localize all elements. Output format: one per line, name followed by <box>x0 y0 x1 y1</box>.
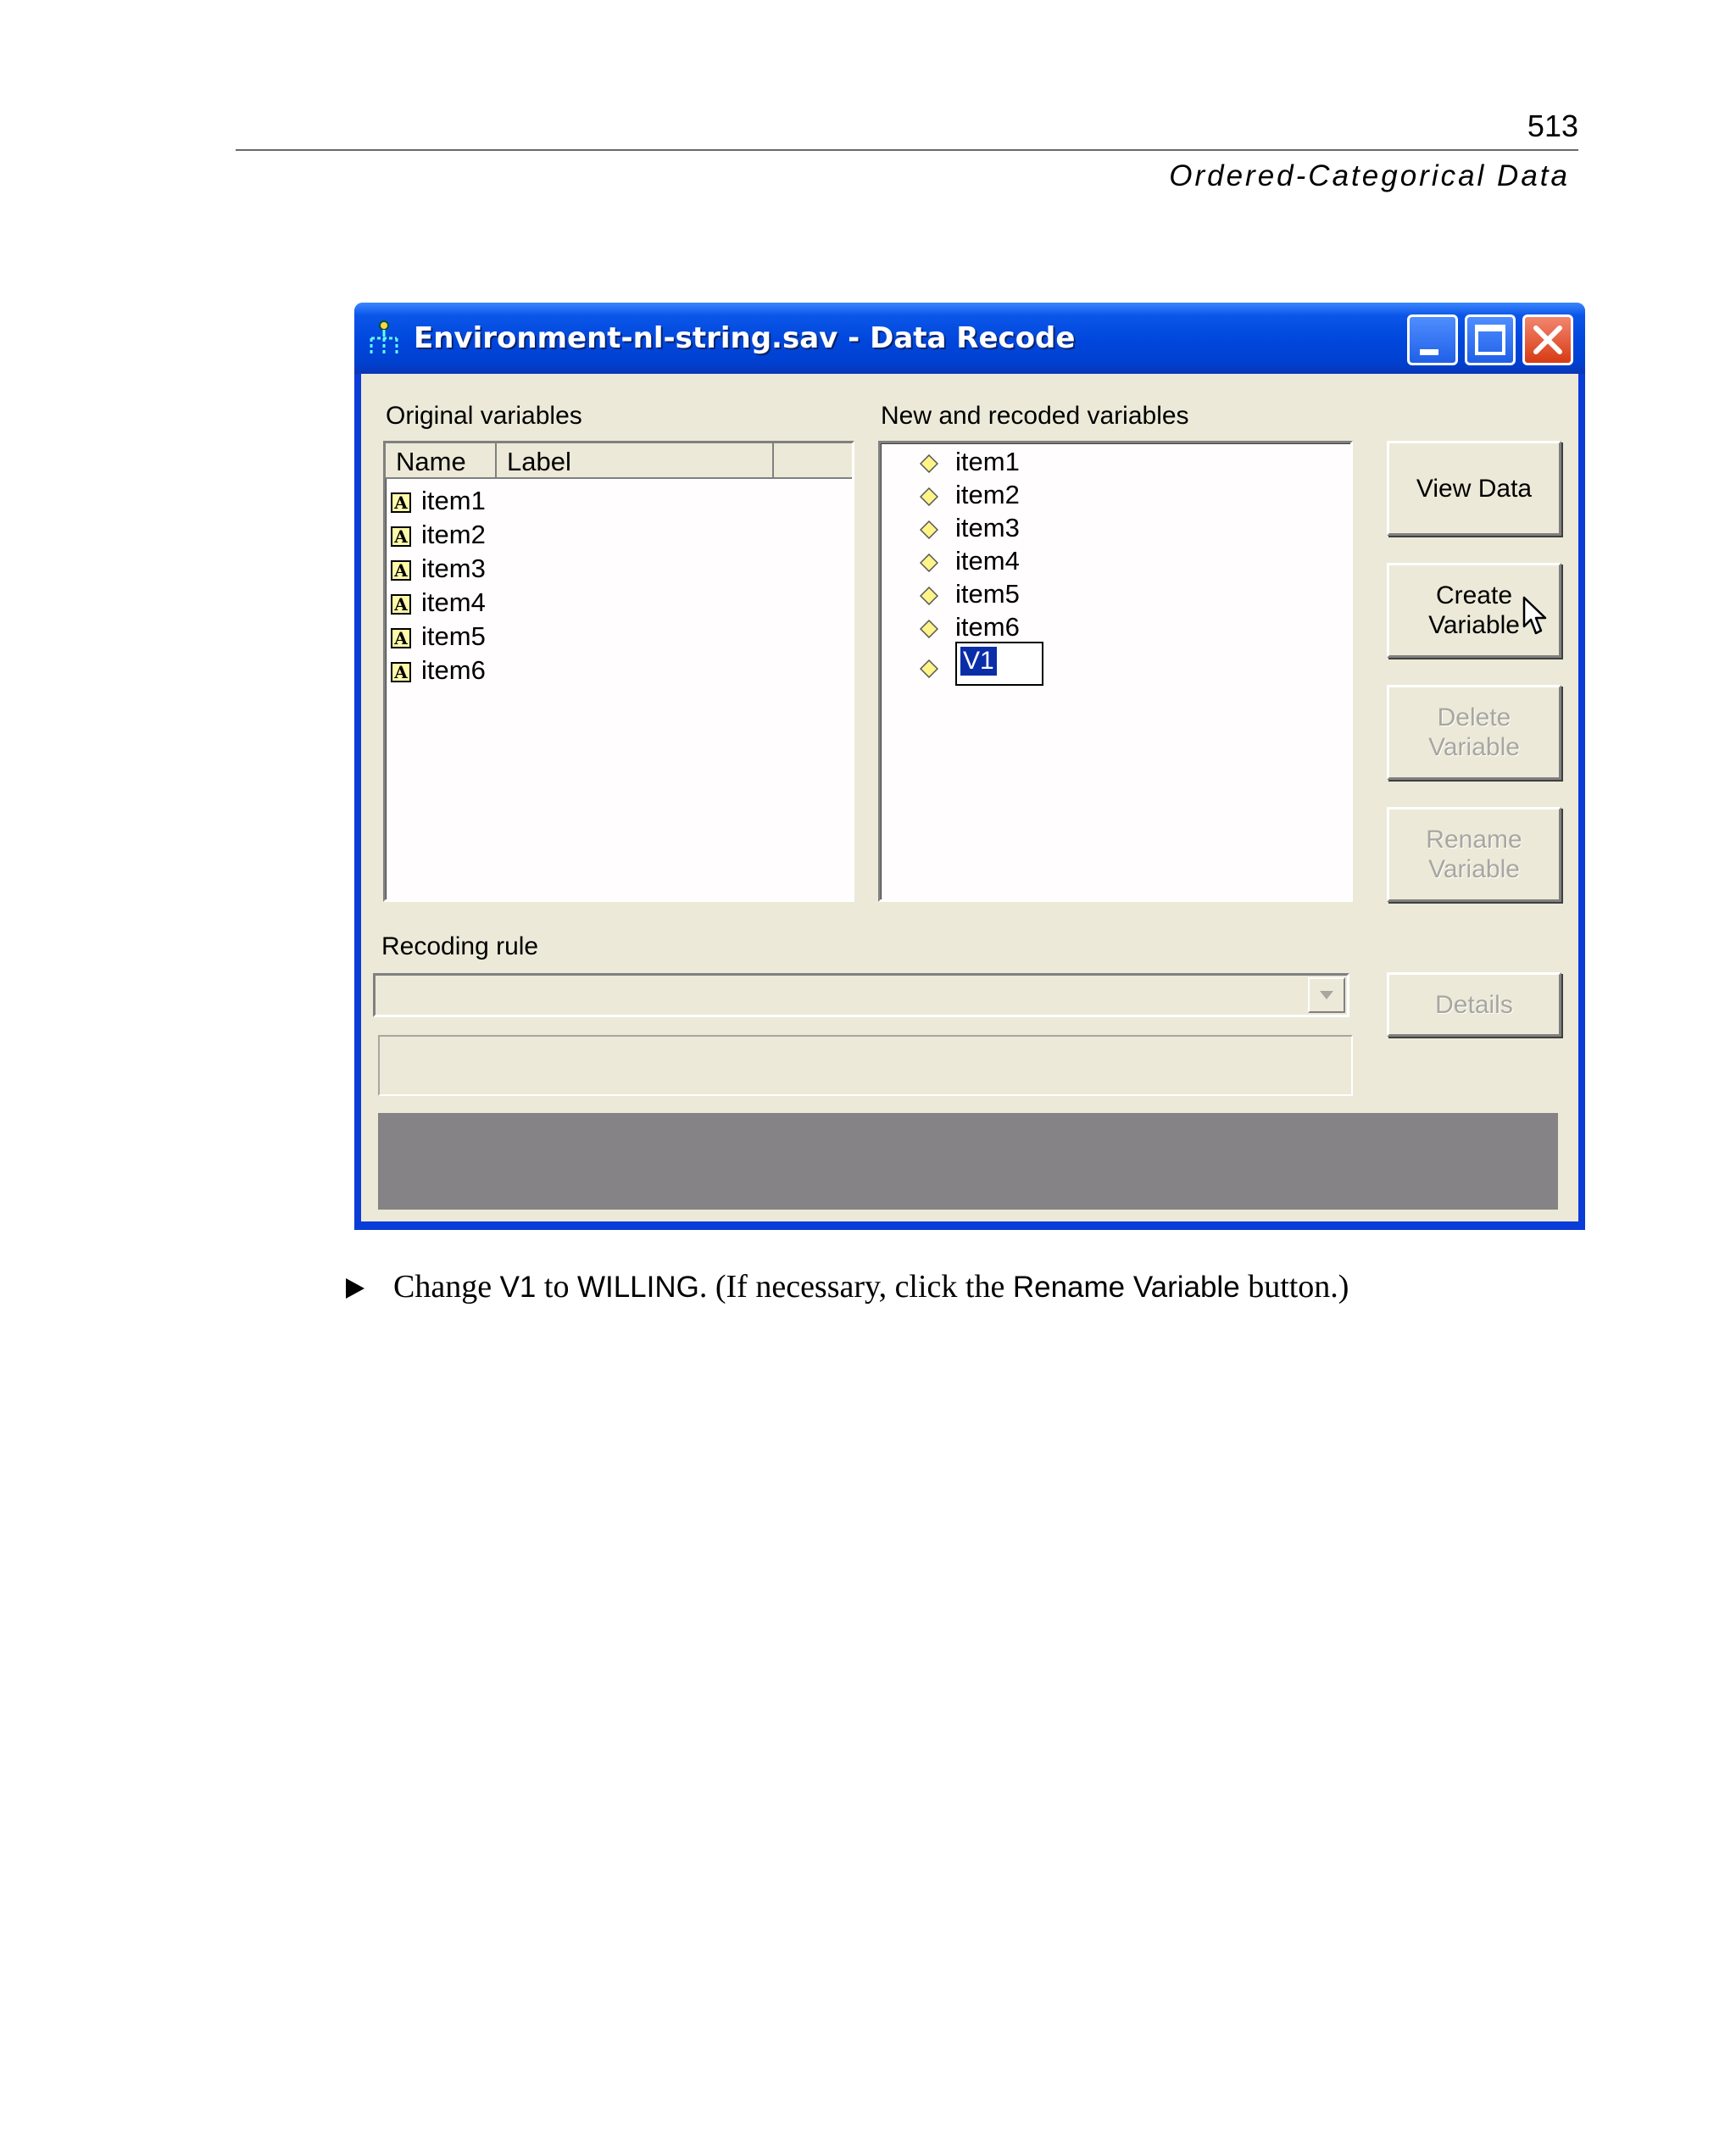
header-rule <box>236 149 1578 151</box>
original-variables-list[interactable]: Name Label Aitem1 Aitem2 Aitem3 Aitem4 A… <box>383 441 854 902</box>
string-variable-icon: A <box>391 559 411 581</box>
instruction-text: Change V1 to WILLING. (If necessary, cli… <box>393 1269 1349 1305</box>
status-area <box>378 1113 1558 1210</box>
list-item[interactable]: item5 <box>920 579 1020 613</box>
new-variables-label: New and recoded variables <box>881 402 1189 430</box>
dropdown-arrow-button[interactable] <box>1308 977 1345 1013</box>
variable-name-edit-field[interactable]: V1 <box>955 642 1043 686</box>
diamond-icon <box>920 553 938 572</box>
list-item[interactable]: Aitem5 <box>391 621 486 655</box>
list-item[interactable]: Aitem4 <box>391 587 486 621</box>
diamond-icon <box>920 520 938 539</box>
string-variable-icon: A <box>391 492 411 513</box>
delete-variable-button[interactable]: Delete Variable <box>1387 685 1561 780</box>
close-icon <box>1533 325 1562 354</box>
original-variables-label: Original variables <box>386 402 582 430</box>
list-item[interactable]: Aitem3 <box>391 554 486 587</box>
diamond-icon <box>920 453 938 473</box>
maximize-button[interactable] <box>1465 314 1516 365</box>
close-button[interactable] <box>1522 314 1573 365</box>
diamond-icon <box>920 487 938 506</box>
list-item[interactable]: Aitem6 <box>391 655 486 689</box>
list-item-editing[interactable] <box>920 652 955 686</box>
column-header-empty[interactable] <box>774 443 852 479</box>
string-variable-icon: A <box>391 526 411 547</box>
chevron-down-icon <box>1320 991 1333 999</box>
recoding-rule-label: Recoding rule <box>381 932 539 960</box>
new-variables-list[interactable]: item1 item2 item3 item4 item5 item6 V1 <box>878 441 1353 902</box>
list-item[interactable]: Aitem1 <box>391 486 486 520</box>
page-number: 513 <box>1527 108 1578 143</box>
string-variable-icon: A <box>391 593 411 615</box>
data-tree-icon <box>370 320 398 355</box>
rename-variable-button[interactable]: Rename Variable <box>1387 807 1561 902</box>
column-header-label[interactable]: Label <box>497 443 774 479</box>
minimize-icon <box>1420 349 1438 355</box>
diamond-icon <box>920 586 938 605</box>
recoding-rule-dropdown[interactable] <box>373 973 1349 1017</box>
mouse-pointer-icon <box>1522 596 1547 635</box>
details-button[interactable]: Details <box>1387 972 1561 1037</box>
list-item[interactable]: item2 <box>920 480 1020 514</box>
running-head: Ordered-Categorical Data <box>1169 159 1570 192</box>
maximize-icon <box>1475 325 1505 355</box>
list-item[interactable]: item3 <box>920 513 1020 547</box>
list-item[interactable]: item1 <box>920 447 1020 481</box>
list-item[interactable]: Aitem2 <box>391 520 486 554</box>
string-variable-icon: A <box>391 661 411 682</box>
list-item[interactable]: item4 <box>920 546 1020 580</box>
view-data-button[interactable]: View Data <box>1387 441 1561 536</box>
list-item[interactable]: item6 <box>920 612 1020 646</box>
diamond-icon <box>920 619 938 638</box>
column-header-name[interactable]: Name <box>386 443 497 479</box>
recoding-rule-panel <box>378 1035 1353 1096</box>
window-title: Environment-nl-string.sav - Data Recode <box>414 321 1076 355</box>
bullet-arrow-icon <box>346 1278 364 1299</box>
diamond-icon <box>920 659 938 678</box>
selected-text: V1 <box>960 647 997 676</box>
minimize-button[interactable] <box>1407 314 1458 365</box>
string-variable-icon: A <box>391 627 411 648</box>
title-bar[interactable]: Environment-nl-string.sav - Data Recode <box>354 303 1585 374</box>
